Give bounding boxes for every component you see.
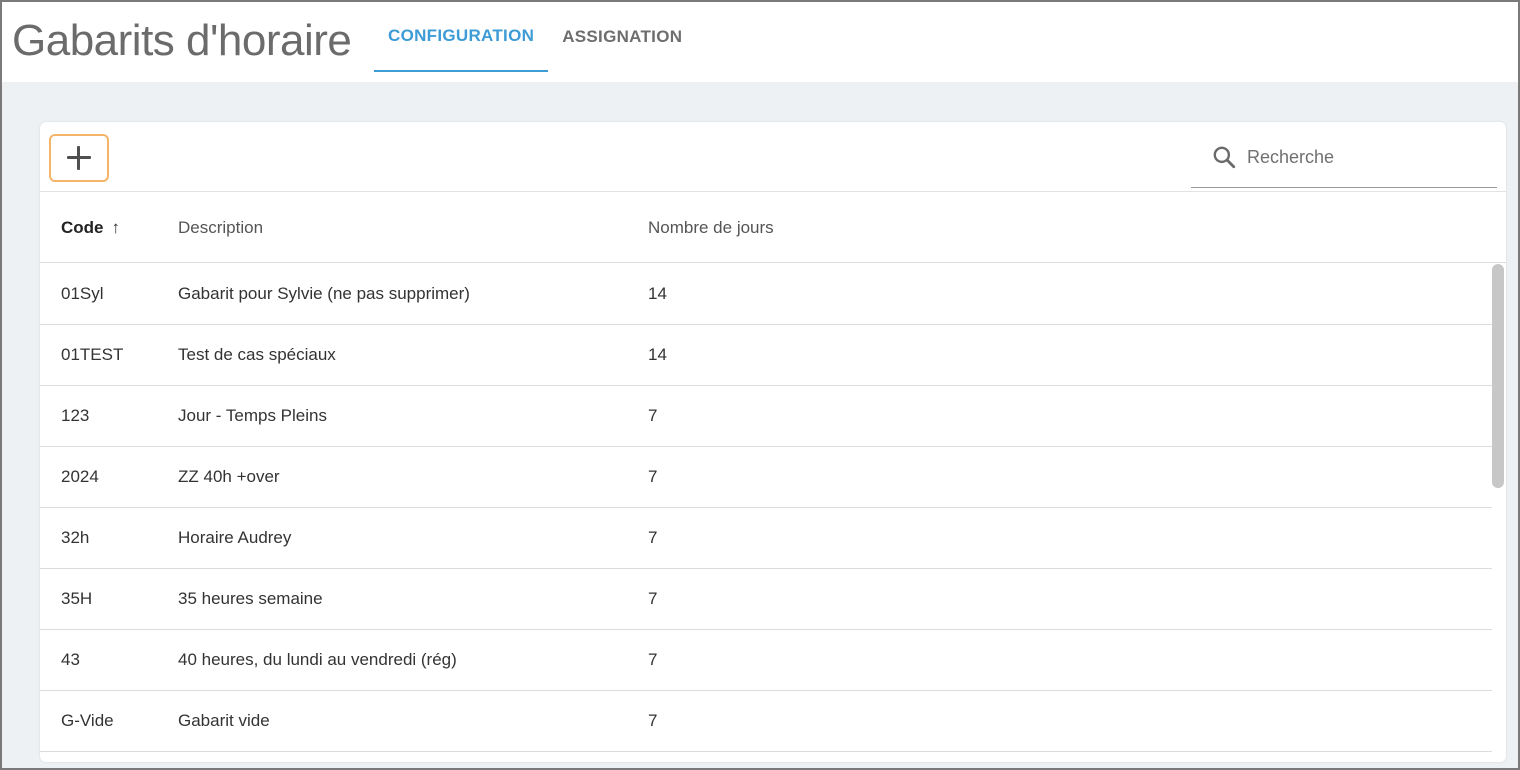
column-header-code[interactable]: Code ↑: [61, 193, 120, 263]
column-header-description[interactable]: Description: [178, 193, 263, 263]
tab-configuration[interactable]: CONFIGURATION: [374, 2, 549, 72]
table-row[interactable]: 01Syl Gabarit pour Sylvie (ne pas suppri…: [40, 264, 1492, 325]
column-header-code-label: Code: [61, 218, 104, 237]
cell-days: 14: [648, 284, 667, 303]
page-header: Gabarits d'horaire CONFIGURATION ASSIGNA…: [2, 2, 1518, 82]
column-header-days[interactable]: Nombre de jours: [648, 193, 774, 263]
table-row[interactable]: 35H 35 heures semaine 7: [40, 569, 1492, 630]
cell-code: G-Vide: [61, 711, 114, 730]
cell-days: 7: [648, 406, 658, 425]
cell-days: 7: [648, 589, 658, 608]
app-window: Gabarits d'horaire CONFIGURATION ASSIGNA…: [0, 0, 1520, 770]
table-toolbar: [40, 122, 1506, 192]
cell-days: 7: [648, 528, 658, 547]
cell-code: 2024: [61, 467, 99, 486]
cell-description: Jour - Temps Pleins: [178, 406, 327, 425]
table-row[interactable]: 32h Horaire Audrey 7: [40, 508, 1492, 569]
table-row[interactable]: G-Vide Gabarit vide 7: [40, 691, 1492, 752]
table-row[interactable]: 43 40 heures, du lundi au vendredi (rég)…: [40, 630, 1492, 691]
cell-days: 7: [648, 711, 658, 730]
table-row[interactable]: 2024 ZZ 40h +over 7: [40, 447, 1492, 508]
table-header: Code ↑ Description Nombre de jours: [40, 193, 1506, 263]
cell-description: ZZ 40h +over: [178, 467, 280, 486]
cell-days: 14: [648, 345, 667, 364]
scrollbar-thumb[interactable]: [1492, 264, 1504, 488]
table-row[interactable]: 01TEST Test de cas spéciaux 14: [40, 325, 1492, 386]
cell-code: 32h: [61, 528, 90, 547]
tab-bar: CONFIGURATION ASSIGNATION: [374, 2, 696, 82]
cell-description: Gabarit pour Sylvie (ne pas supprimer): [178, 284, 470, 303]
cell-description: 35 heures semaine: [178, 589, 323, 608]
cell-code: 01TEST: [61, 345, 124, 364]
table-scrollbar[interactable]: [1492, 264, 1504, 762]
cell-code: 123: [61, 406, 90, 425]
table-row[interactable]: 123 Jour - Temps Pleins 7: [40, 386, 1492, 447]
cell-code: 35H: [61, 589, 93, 608]
plus-icon: [67, 146, 91, 170]
tab-assignation[interactable]: ASSIGNATION: [548, 2, 696, 72]
cell-code: 01Syl: [61, 284, 104, 303]
cell-description: 40 heures, du lundi au vendredi (rég): [178, 650, 457, 669]
add-template-button[interactable]: [49, 134, 109, 182]
table-body: 01Syl Gabarit pour Sylvie (ne pas suppri…: [40, 264, 1492, 752]
search-box[interactable]: [1191, 136, 1497, 188]
cell-description: Gabarit vide: [178, 711, 270, 730]
cell-days: 7: [648, 467, 658, 486]
cell-days: 7: [648, 650, 658, 669]
sort-ascending-icon: ↑: [111, 218, 121, 237]
search-icon: [1213, 146, 1236, 169]
cell-code: 43: [61, 650, 80, 669]
cell-description: Horaire Audrey: [178, 528, 292, 547]
content-area: Code ↑ Description Nombre de jours 01Syl…: [2, 82, 1518, 768]
cell-description: Test de cas spéciaux: [178, 345, 336, 364]
search-input[interactable]: [1247, 144, 1487, 170]
page-title: Gabarits d'horaire: [12, 16, 352, 65]
templates-card: Code ↑ Description Nombre de jours 01Syl…: [40, 122, 1506, 762]
